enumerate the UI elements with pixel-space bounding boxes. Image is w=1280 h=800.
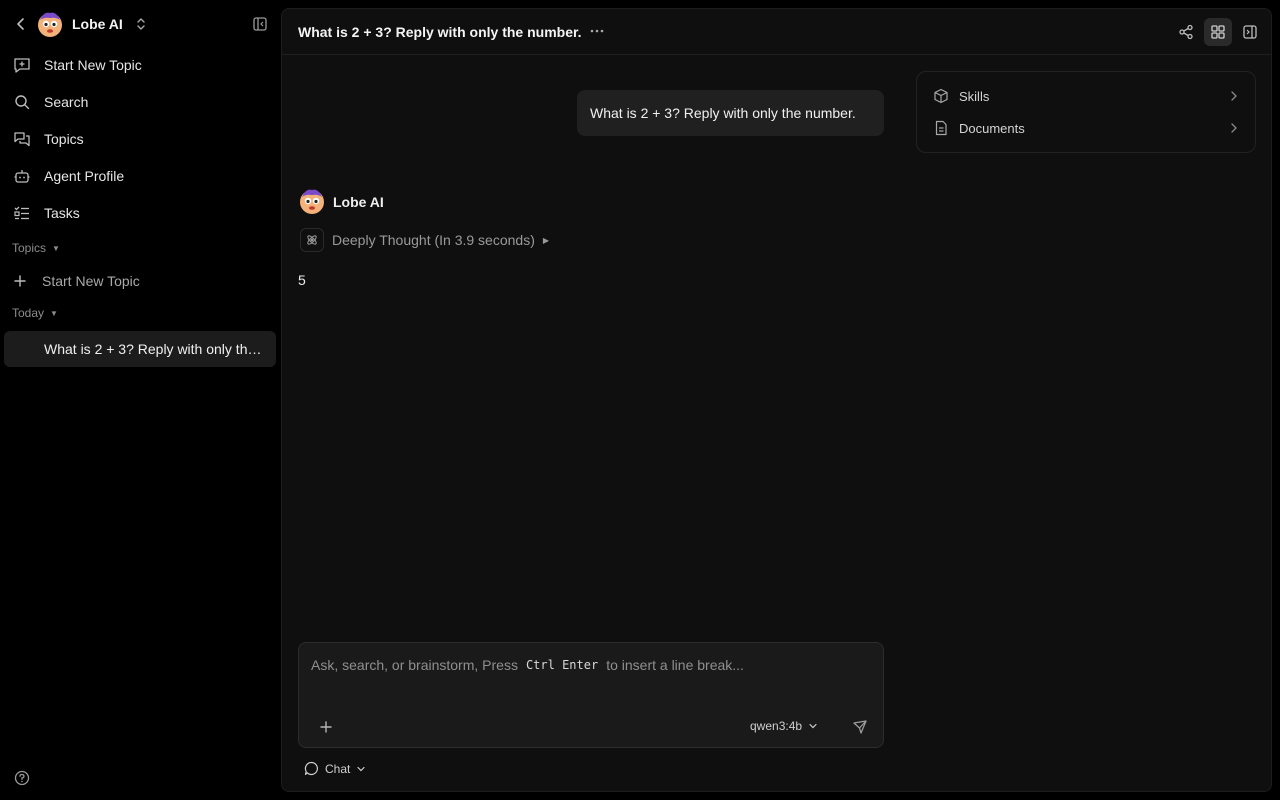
nav-label: Start New Topic [44, 57, 142, 73]
agent-header: Lobe AI [0, 0, 280, 48]
sidebar: Lobe AI Start New Topic Search Topics Ag… [0, 0, 280, 800]
documents-icon [933, 120, 949, 136]
chevron-right-icon [1227, 89, 1241, 103]
nav-tasks[interactable]: Tasks [4, 196, 276, 230]
assistant-answer: 5 [298, 272, 306, 288]
chat-bubble-icon [304, 761, 318, 776]
assistant-name: Lobe AI [333, 194, 384, 210]
add-attachment-button[interactable] [317, 718, 335, 736]
sidebar-collapse-icon [253, 17, 267, 31]
share-button[interactable] [1176, 22, 1196, 42]
section-title: Topics [12, 241, 47, 255]
more-horizontal-icon [590, 29, 604, 33]
help-icon [14, 770, 30, 786]
chevron-down-icon [809, 723, 817, 729]
chevron-down-icon [357, 766, 365, 771]
chat-header: What is 2 + 3? Reply with only the numbe… [282, 9, 1271, 55]
caret-down-icon: ▼ [52, 243, 60, 253]
chat-main: What is 2 + 3? Reply with only the numbe… [281, 8, 1272, 792]
new-topic-icon [12, 55, 32, 75]
panel-item-skills[interactable]: Skills [917, 80, 1257, 112]
placeholder-prefix: Ask, search, or brainstorm, Press [311, 657, 518, 673]
app-window: Lobe AI Start New Topic Search Topics Ag… [0, 0, 1280, 800]
plus-icon [12, 273, 28, 289]
workspace-toggle-button[interactable] [1204, 18, 1232, 46]
caret-down-icon: ▼ [50, 308, 58, 318]
chevron-up-down-icon [137, 18, 145, 30]
conversation-title: What is 2 + 3? Reply with only the numbe… [298, 24, 582, 40]
nav-label: Agent Profile [44, 168, 125, 184]
lobe-ai-avatar-icon [298, 187, 326, 215]
agent-profile-icon [12, 166, 32, 186]
nav-topics[interactable]: Topics [4, 122, 276, 156]
share-icon [1179, 24, 1193, 40]
nav-start-new-topic[interactable]: Start New Topic [4, 48, 276, 82]
today-section-toggle[interactable]: Today ▼ [12, 306, 58, 320]
topics-icon [12, 129, 32, 149]
mode-label: Chat [325, 761, 351, 776]
nav-label: Tasks [44, 205, 80, 221]
panel-item-documents[interactable]: Documents [917, 112, 1257, 144]
section-title: Today [12, 306, 45, 320]
user-message-text: What is 2 + 3? Reply with only the numbe… [590, 105, 856, 121]
new-topic-label: Start New Topic [42, 273, 140, 289]
thought-toggle[interactable]: Deeply Thought (In 3.9 seconds) ▶ [300, 228, 549, 252]
chevron-left-icon [17, 18, 24, 30]
right-panel-icon [1243, 25, 1257, 39]
switch-agent-button[interactable] [133, 15, 149, 33]
message-composer: Ask, search, or brainstorm, Press Ctrl E… [298, 642, 884, 748]
nav-search[interactable]: Search [4, 85, 276, 119]
caret-right-icon: ▶ [542, 235, 550, 245]
nav-label: Topics [44, 131, 84, 147]
panel-item-label: Skills [959, 89, 990, 104]
back-button[interactable] [12, 14, 30, 34]
placeholder-suffix: to insert a line break... [606, 657, 744, 673]
plus-icon [320, 721, 332, 733]
thinking-icon [300, 228, 324, 252]
send-button[interactable] [850, 717, 870, 737]
help-button[interactable] [13, 769, 31, 787]
model-name: qwen3:4b [750, 719, 803, 733]
chevron-right-icon [1227, 121, 1241, 135]
collapse-sidebar-button[interactable] [250, 14, 270, 34]
model-selector[interactable]: qwen3:4b [750, 719, 818, 733]
lobe-ai-avatar-icon [36, 10, 64, 38]
tasks-icon [12, 203, 32, 223]
topic-title: What is 2 + 3? Reply with only the numbe… [44, 341, 266, 357]
thought-label: Deeply Thought (In 3.9 seconds) [332, 232, 535, 248]
user-message[interactable]: What is 2 + 3? Reply with only the numbe… [577, 90, 884, 136]
topic-item[interactable]: What is 2 + 3? Reply with only the numbe… [4, 331, 276, 367]
topics-section-toggle[interactable]: Topics ▼ [12, 241, 60, 255]
search-icon [12, 92, 32, 112]
more-options-button[interactable] [589, 23, 605, 39]
grid-icon [1211, 25, 1225, 39]
toggle-right-panel-button[interactable] [1240, 22, 1260, 42]
agent-name[interactable]: Lobe AI [72, 16, 123, 32]
nav-agent-profile[interactable]: Agent Profile [4, 159, 276, 193]
skills-icon [933, 88, 949, 104]
shortcut-hint: Ctrl Enter [525, 658, 599, 672]
send-icon [853, 720, 867, 734]
workspace-panel: Skills Documents [916, 71, 1256, 153]
nav-label: Search [44, 94, 89, 110]
panel-item-label: Documents [959, 121, 1025, 136]
message-input[interactable]: Ask, search, or brainstorm, Press Ctrl E… [311, 655, 871, 675]
new-topic-button[interactable]: Start New Topic [4, 264, 276, 298]
chat-mode-selector[interactable]: Chat [304, 761, 366, 776]
